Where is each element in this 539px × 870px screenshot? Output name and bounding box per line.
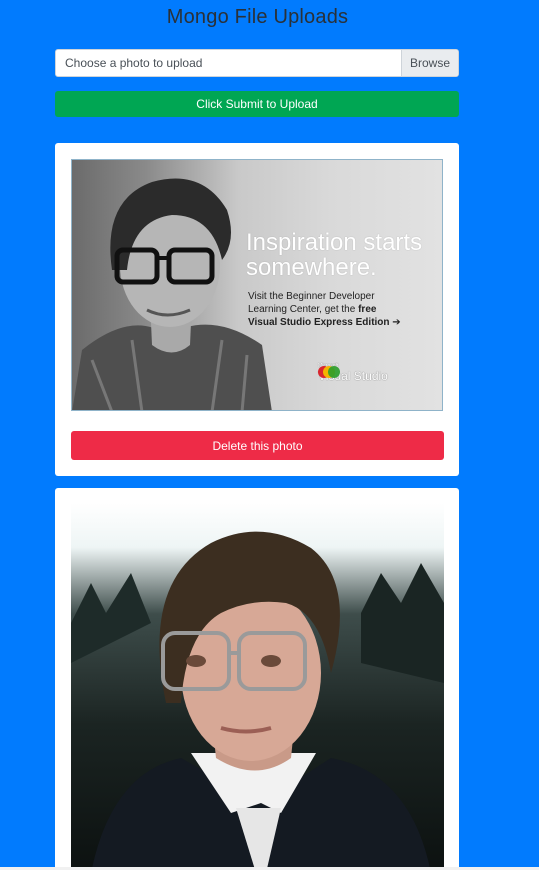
submit-button[interactable]: Click Submit to Upload (55, 91, 459, 117)
page-title: Mongo File Uploads (166, 6, 349, 28)
visual-studio-logo: Microsoft Visual Studio (318, 364, 388, 383)
ad-free-text: free (358, 304, 377, 315)
file-upload-input[interactable]: Choose a photo to upload Browse (55, 49, 459, 77)
photo-card (55, 488, 459, 870)
ad-body-line-1: Visit the Beginner Developer (248, 291, 375, 302)
ad-headline: Inspiration starts somewhere. (246, 230, 422, 280)
ad-body: Visit the Beginner Developer Learning Ce… (248, 290, 401, 329)
arrow-right-icon: ➔ (392, 317, 401, 328)
delete-photo-button[interactable]: Delete this photo (71, 431, 444, 460)
page: Mongo File Uploads Choose a photo to upl… (0, 0, 539, 870)
uploaded-photo: Inspiration starts somewhere. Visit the … (71, 159, 443, 411)
visual-studio-icon (318, 366, 340, 378)
photo-card: Inspiration starts somewhere. Visit the … (55, 143, 459, 476)
ad-body-line-2: Learning Center, get the (248, 304, 356, 315)
ad-body-line-3: Visual Studio Express Edition (248, 317, 390, 328)
ad-headline-line-1: Inspiration starts (246, 229, 423, 256)
browse-button[interactable]: Browse (401, 50, 458, 76)
uploaded-photo (71, 503, 444, 870)
ad-headline-line-2: somewhere. (246, 254, 377, 281)
portrait-illustration (71, 531, 444, 870)
file-input-placeholder[interactable]: Choose a photo to upload (56, 56, 401, 70)
